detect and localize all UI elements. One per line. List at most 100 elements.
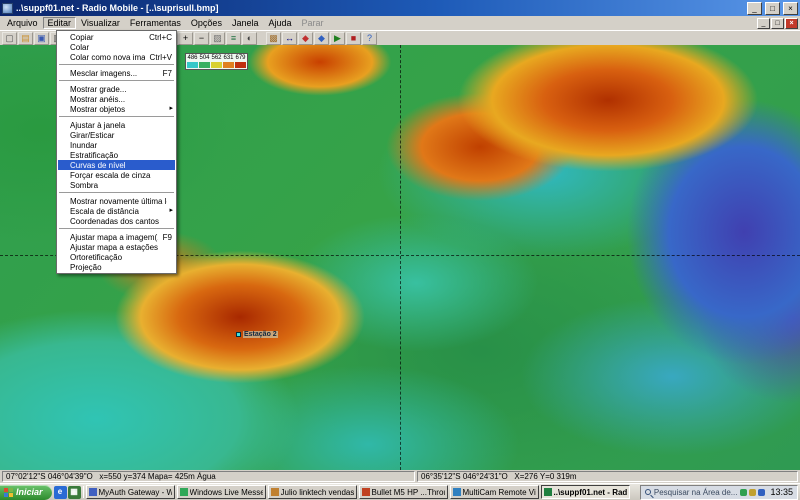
distance-scale-icon[interactable]: ↔ bbox=[282, 32, 297, 45]
minimize-button[interactable]: _ bbox=[747, 2, 762, 15]
menu-item-label: Coordenadas dos cantos bbox=[70, 217, 167, 226]
open-file-icon[interactable]: ▤ bbox=[18, 32, 33, 45]
taskbar-button[interactable]: MultiCam Remote Viewer bbox=[450, 485, 539, 499]
menu[interactable]: Opções bbox=[186, 17, 227, 29]
menu-item[interactable]: Mostrar novamente última legenda bbox=[58, 196, 175, 206]
menu-bar: Arquivo Editar Visualizar Ferramentas Op… bbox=[0, 16, 800, 30]
close-button[interactable]: × bbox=[783, 2, 798, 15]
help-icon[interactable]: ? bbox=[362, 32, 377, 45]
menu[interactable]: Parar bbox=[297, 17, 329, 29]
tray-messenger-icon[interactable] bbox=[758, 489, 765, 496]
menu[interactable]: Ferramentas bbox=[125, 17, 186, 29]
taskbar-button[interactable]: Julio linktech vendas <j... bbox=[268, 485, 357, 499]
menu-item[interactable]: Ajustar à janela bbox=[58, 120, 175, 130]
menu-item-label: Colar como nova imagem bbox=[70, 53, 145, 62]
station-blue-icon[interactable]: ◆ bbox=[314, 32, 329, 45]
menu-item[interactable]: Ajustar mapa a estações bbox=[58, 242, 175, 252]
crosshair-vertical-line bbox=[400, 45, 401, 470]
menu[interactable]: Visualizar bbox=[76, 17, 125, 29]
menu-item-label: Mostrar objetos bbox=[70, 105, 167, 114]
menu-item[interactable]: Inundar bbox=[58, 140, 175, 150]
menu-item[interactable]: Mostrar grade... bbox=[58, 84, 175, 94]
shadow-icon[interactable]: ◐ bbox=[242, 32, 257, 45]
tray-network-icon[interactable] bbox=[740, 489, 747, 496]
menu-item[interactable] bbox=[59, 64, 174, 66]
menu-item-label: Forçar escala de cinza bbox=[70, 171, 167, 180]
menu-label: Janela bbox=[232, 18, 259, 28]
taskbar-button-icon bbox=[271, 488, 279, 496]
taskbar-button-label: MultiCam Remote Viewer bbox=[463, 488, 536, 497]
menu[interactable]: Ajuda bbox=[263, 17, 296, 29]
quicklaunch-browser-icon[interactable]: e bbox=[54, 486, 67, 499]
mdi-restore-button[interactable]: □ bbox=[771, 18, 784, 29]
legend-icon[interactable]: ▩ bbox=[266, 32, 281, 45]
tray-volume-icon[interactable] bbox=[749, 489, 756, 496]
mdi-minimize-button[interactable]: _ bbox=[757, 18, 770, 29]
mdi-close-button[interactable]: × bbox=[785, 18, 798, 29]
quicklaunch-desktop-icon[interactable]: ▦ bbox=[68, 486, 81, 499]
menu-item-shortcut: Ctrl+C bbox=[149, 33, 172, 42]
save-icon[interactable]: ▣ bbox=[34, 32, 49, 45]
menu-item[interactable] bbox=[59, 192, 174, 194]
menu-item[interactable]: Mesclar imagens... F7 bbox=[58, 68, 175, 78]
quick-launch: e ▦ bbox=[54, 486, 81, 499]
elevation-legend: 486 504 562 631 679 bbox=[185, 53, 248, 70]
menu-item-label: Ajustar à janela bbox=[70, 121, 167, 130]
taskbar-button[interactable]: Windows Live Messenger bbox=[177, 485, 266, 499]
station-red-icon[interactable]: ◆ bbox=[298, 32, 313, 45]
menu-label: Editar bbox=[48, 18, 72, 28]
station-marker[interactable]: Estação 2 bbox=[236, 331, 278, 338]
toolbar-icon-glyph: ▶ bbox=[334, 33, 341, 43]
taskbar-button[interactable]: MyAuth Gateway - Win... bbox=[86, 485, 175, 499]
taskbar-clock: 13:35 bbox=[768, 487, 793, 497]
menu-item[interactable]: Ortoretificação bbox=[58, 252, 175, 262]
menu[interactable]: Editar bbox=[43, 17, 77, 29]
radio-mobile-window: ..\suppf01.net - Radio Mobile - [..\supr… bbox=[0, 0, 800, 500]
taskbar-button[interactable]: ..\suppf01.net - Radio... bbox=[541, 485, 630, 499]
menu-item[interactable] bbox=[59, 228, 174, 230]
taskbar-button[interactable]: Bullet M5 HP ...Through... bbox=[359, 485, 448, 499]
menu-item[interactable]: Forçar escala de cinza bbox=[58, 170, 175, 180]
zoom-in-icon[interactable]: + bbox=[178, 32, 193, 45]
taskbar-search[interactable]: Pesquisar na Área de... bbox=[654, 488, 738, 497]
menu-item-label: Colar bbox=[70, 43, 167, 52]
menu-item[interactable]: Curvas de nível bbox=[58, 160, 175, 170]
status-map-position: 06°35'12"S 046°24'31"O X=276 Y=0 319m bbox=[417, 471, 798, 482]
menu-item[interactable]: Estratificação bbox=[58, 150, 175, 160]
system-tray: Pesquisar na Área de... 13:35 bbox=[640, 485, 798, 500]
status-bar: 07°02'12"S 046°04'39"O x=550 y=374 Mapa=… bbox=[0, 470, 800, 483]
taskbar-button-icon bbox=[362, 488, 370, 496]
start-button[interactable]: Iniciar bbox=[0, 485, 52, 500]
menu-item[interactable]: Copiar Ctrl+C bbox=[58, 32, 175, 42]
menu-item[interactable]: Colar como nova imagem Ctrl+V bbox=[58, 52, 175, 62]
menu-item[interactable]: Mostrar anéis... bbox=[58, 94, 175, 104]
taskbar-button-label: MyAuth Gateway - Win... bbox=[99, 488, 172, 497]
menu[interactable]: Janela bbox=[227, 17, 264, 29]
new-picture-icon[interactable]: ▢ bbox=[2, 32, 17, 45]
windows-logo-icon bbox=[4, 488, 13, 497]
title-bar: ..\suppf01.net - Radio Mobile - [..\supr… bbox=[0, 0, 800, 16]
toolbar-icon-glyph: ▣ bbox=[37, 33, 46, 43]
contours-icon[interactable]: ≡ bbox=[226, 32, 241, 45]
menu-item-shortcut: F7 bbox=[163, 69, 172, 78]
menu-item[interactable]: Escala de distância ▸ bbox=[58, 206, 175, 216]
menu-item[interactable]: Coordenadas dos cantos bbox=[58, 216, 175, 226]
legend-color-swatch bbox=[223, 62, 234, 68]
grayscale-icon[interactable]: ▨ bbox=[210, 32, 225, 45]
taskbar: Iniciar e ▦ MyAuth Gateway - Win... Wind… bbox=[0, 483, 800, 500]
menu-item[interactable] bbox=[59, 116, 174, 118]
toolbar-icon-glyph: ▨ bbox=[213, 33, 222, 43]
menu-item[interactable]: Mostrar objetos ▸ bbox=[58, 104, 175, 114]
play-icon[interactable]: ▶ bbox=[330, 32, 345, 45]
menu-item[interactable]: Girar/Esticar bbox=[58, 130, 175, 140]
zoom-out-icon[interactable]: − bbox=[194, 32, 209, 45]
menu-item[interactable]: Sombra bbox=[58, 180, 175, 190]
menu-item-shortcut: Ctrl+V bbox=[150, 53, 172, 62]
menu-item[interactable]: Projeção bbox=[58, 262, 175, 272]
menu-item[interactable]: Ajustar mapa a imagem(...) F9 bbox=[58, 232, 175, 242]
menu-item[interactable]: Colar bbox=[58, 42, 175, 52]
maximize-button[interactable]: □ bbox=[765, 2, 780, 15]
menu-item[interactable] bbox=[59, 80, 174, 82]
menu[interactable]: Arquivo bbox=[2, 17, 43, 29]
stop-icon[interactable]: ■ bbox=[346, 32, 361, 45]
